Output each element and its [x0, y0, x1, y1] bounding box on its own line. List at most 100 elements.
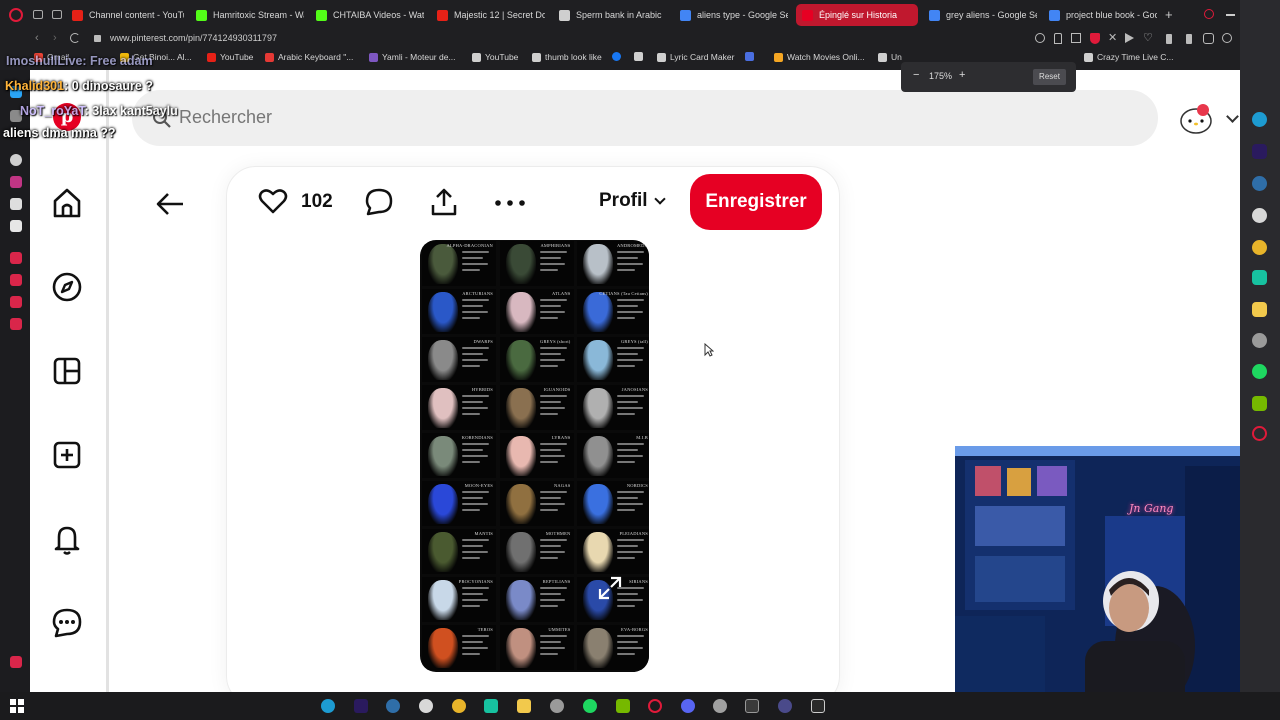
folder-taskbar-icon[interactable]: [517, 699, 531, 713]
spotify-taskbar-icon[interactable]: [583, 699, 597, 713]
vpn-icon[interactable]: [1203, 33, 1214, 44]
bookmark-lyric-card[interactable]: Lyric Card Maker: [657, 52, 734, 62]
minimize-icon[interactable]: [1226, 14, 1235, 16]
search-tabs-icon[interactable]: [1204, 9, 1214, 19]
tab-aliens-type[interactable]: aliens type - Google Se: [680, 4, 788, 26]
bookmark-thumb[interactable]: thumb look like: [532, 52, 602, 62]
shield-icon[interactable]: [1090, 33, 1100, 44]
tab-sperm-bank[interactable]: Sperm bank in Arabic: [559, 4, 667, 26]
spotify-icon[interactable]: [1252, 364, 1267, 379]
wallet-icon[interactable]: [1166, 34, 1172, 44]
app-taskbar-icon[interactable]: [419, 699, 433, 713]
tiktok-icon[interactable]: [10, 198, 22, 210]
app2-icon[interactable]: [1252, 270, 1267, 285]
chrome-icon[interactable]: [1252, 240, 1267, 255]
app2-taskbar-icon[interactable]: [484, 699, 498, 713]
notifications-icon[interactable]: [50, 522, 84, 556]
save-button[interactable]: Enregistrer: [690, 174, 822, 230]
zoom-in-button[interactable]: +: [959, 69, 965, 81]
extensions-side-icon[interactable]: [10, 296, 22, 308]
share-icon[interactable]: [1125, 33, 1134, 43]
bookmark-facebook[interactable]: [612, 52, 621, 61]
tab-historia-pin[interactable]: Épinglé sur Historia: [796, 4, 918, 26]
profile-board-select[interactable]: Profil: [599, 190, 666, 212]
tab-grey-aliens[interactable]: grey aliens - Google Se: [929, 4, 1037, 26]
bookmark-watch-movies[interactable]: Watch Movies Onli...: [774, 52, 865, 62]
bookmark-crazy-time[interactable]: Crazy Time Live C...: [1084, 52, 1174, 62]
back-arrow-icon[interactable]: [155, 190, 185, 218]
share-pin-icon[interactable]: [429, 187, 459, 217]
zoom-reset-button[interactable]: Reset: [1033, 69, 1066, 85]
search-input[interactable]: Rechercher: [132, 90, 1158, 146]
tab-kick-hamritoxic[interactable]: Hamritoxic Stream - Wa: [196, 4, 304, 26]
create-icon[interactable]: [50, 438, 84, 472]
back-nav-icon[interactable]: ‹: [35, 32, 39, 44]
opera-menu-icon[interactable]: [9, 8, 23, 22]
windows-start-icon[interactable]: [10, 699, 24, 713]
opera-side-icon[interactable]: [1252, 426, 1267, 441]
history-icon[interactable]: [10, 252, 22, 264]
zoom-icon[interactable]: [1035, 33, 1045, 43]
chrome-taskbar-icon[interactable]: [452, 699, 466, 713]
flow-icon[interactable]: [10, 318, 22, 330]
nvidia-icon[interactable]: [1252, 396, 1267, 411]
url-field[interactable]: www.pinterest.com/pin/774124930311797: [110, 33, 277, 43]
new-tab-button[interactable]: +: [1165, 7, 1173, 22]
nvidia-taskbar-icon[interactable]: [616, 699, 630, 713]
folder-icon[interactable]: [1252, 302, 1267, 317]
bookmark-yamli[interactable]: Yamli - Moteur de...: [369, 52, 456, 62]
workspaces-icon[interactable]: [33, 10, 43, 19]
capture-taskbar-icon[interactable]: [778, 699, 792, 713]
avatar[interactable]: [1177, 100, 1215, 138]
instagram-icon[interactable]: [10, 176, 22, 188]
obs-taskbar-icon[interactable]: [550, 699, 564, 713]
premiere-icon[interactable]: [1252, 144, 1267, 159]
more-options-icon[interactable]: [495, 200, 525, 206]
home-icon[interactable]: [50, 186, 84, 220]
steam-taskbar-icon[interactable]: [386, 699, 400, 713]
steam-icon[interactable]: [1252, 176, 1267, 191]
edge-icon[interactable]: [1252, 112, 1267, 127]
discord-taskbar-icon[interactable]: [681, 699, 695, 713]
bookmark-docs[interactable]: [745, 52, 754, 61]
tab-majestic-12[interactable]: Majestic 12 | Secret Doc: [437, 4, 545, 26]
bookmark-arabic-keyboard[interactable]: Arabic Keyboard "...: [265, 52, 353, 62]
premiere-taskbar-icon[interactable]: [354, 699, 368, 713]
obs-icon[interactable]: [1252, 333, 1267, 348]
forward-nav-icon[interactable]: ›: [53, 32, 57, 44]
tab-switcher-icon[interactable]: [52, 10, 62, 19]
app-icon[interactable]: [1252, 208, 1267, 223]
chatgpt-icon[interactable]: [10, 154, 22, 166]
lock-icon[interactable]: [94, 35, 101, 42]
opera-taskbar-icon[interactable]: [648, 699, 662, 713]
x-icon[interactable]: [10, 220, 22, 232]
tab-youtube-channel[interactable]: Channel content - YouTu: [72, 4, 184, 26]
zoom-out-button[interactable]: −: [913, 69, 919, 81]
stats-taskbar-icon[interactable]: [745, 699, 759, 713]
profile-icon[interactable]: [1222, 33, 1232, 43]
bookmark-youtube-2[interactable]: YouTube: [472, 52, 518, 62]
edge-taskbar-icon[interactable]: [321, 699, 335, 713]
bookmark-page[interactable]: [634, 52, 643, 61]
downloads-icon[interactable]: [10, 274, 22, 286]
like-button[interactable]: [258, 187, 288, 215]
tab-project-blue-book[interactable]: project blue book - Goo: [1049, 4, 1157, 26]
reload-icon[interactable]: [70, 33, 80, 43]
bookmark-un[interactable]: Un: [878, 52, 902, 62]
pin-image[interactable]: ALPHA-DRACONIAN AMPHIBIANS ANDROMEDA ARCTUR…: [420, 240, 649, 672]
comment-icon[interactable]: [364, 187, 394, 217]
board-icon[interactable]: [50, 354, 84, 388]
sidebar-more-icon[interactable]: [10, 656, 22, 668]
camera-icon[interactable]: [1071, 33, 1081, 43]
pin-icon[interactable]: [1054, 33, 1062, 44]
translate-icon[interactable]: ✕: [1108, 31, 1117, 44]
expand-icon[interactable]: [597, 575, 623, 601]
tab-kick-chtaiba[interactable]: CHTAIBA Videos - Watc: [316, 4, 424, 26]
extensions-icon[interactable]: [1186, 34, 1192, 44]
epic-taskbar-icon[interactable]: [811, 699, 825, 713]
explore-icon[interactable]: [50, 270, 84, 304]
bookmark-youtube[interactable]: YouTube: [207, 52, 253, 62]
settings-taskbar-icon[interactable]: [713, 699, 727, 713]
heart-icon[interactable]: ♡: [1143, 31, 1153, 44]
messages-icon[interactable]: [50, 606, 84, 640]
